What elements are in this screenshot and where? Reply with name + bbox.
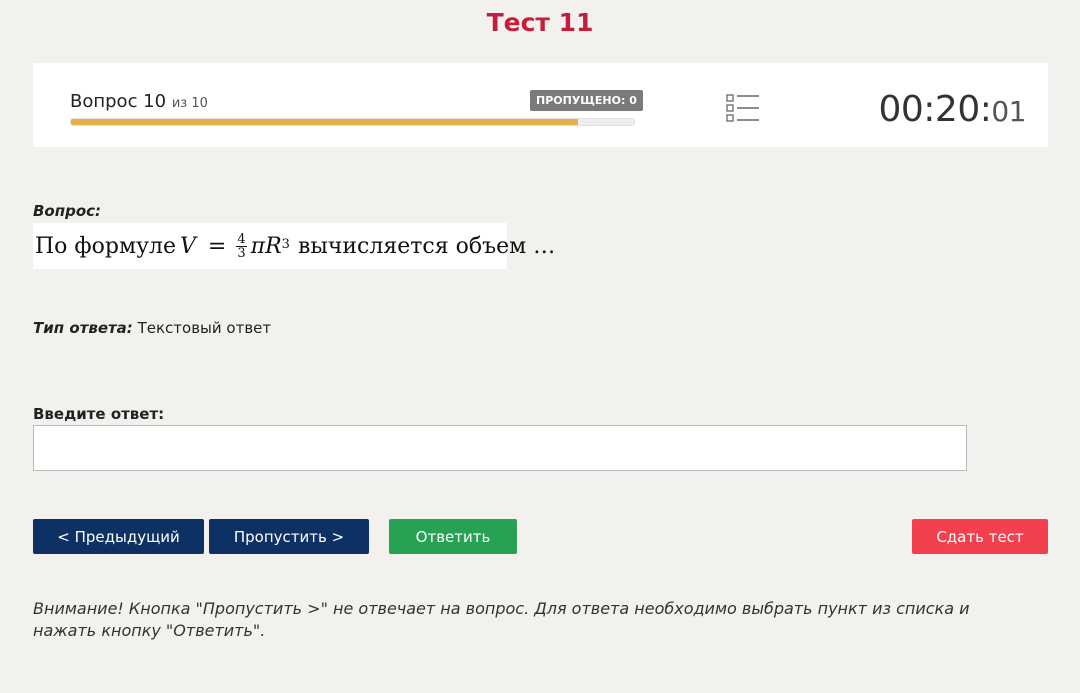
formula-var: V	[180, 233, 196, 259]
timer: 00:20:01	[878, 89, 1026, 130]
fraction-denominator: 3	[237, 245, 246, 261]
previous-button[interactable]: < Предыдущий	[33, 519, 204, 554]
answer-type-value: Текстовый ответ	[137, 319, 272, 337]
skipped-badge: ПРОПУЩЕНО: 0	[530, 90, 643, 111]
answer-input[interactable]	[33, 425, 967, 471]
question-total: из 10	[171, 96, 208, 111]
page-title: Тест 11	[486, 8, 594, 37]
question-label: Вопрос:	[33, 202, 102, 220]
question-formula: По формуле V = 4 3 πR 3 вычисляется объем…	[33, 223, 555, 269]
progress-bar	[70, 118, 635, 126]
timer-main: 00:20:	[878, 89, 992, 130]
timer-seconds: 01	[991, 95, 1026, 128]
formula-eq: =	[207, 233, 227, 259]
answer-type-label: Тип ответа:	[33, 319, 133, 337]
skip-button[interactable]: Пропустить >	[209, 519, 369, 554]
submit-test-button[interactable]: Сдать тест	[912, 519, 1048, 554]
answer-type: Тип ответа: Текстовый ответ	[33, 319, 271, 337]
list-icon[interactable]	[725, 93, 761, 123]
formula-prefix: По формуле	[35, 233, 177, 259]
formula-exponent: 3	[281, 236, 290, 252]
formula-suffix: вычисляется объем …	[297, 233, 556, 259]
formula-fraction: 4 3	[236, 231, 247, 261]
answer-label: Введите ответ:	[33, 405, 165, 423]
status-panel: Вопрос 10 из 10 ПРОПУЩЕНО: 0 00:20:01	[33, 63, 1048, 147]
question-number: Вопрос 10	[70, 91, 167, 112]
fraction-numerator: 4	[236, 231, 247, 247]
answer-button[interactable]: Ответить	[389, 519, 517, 554]
progress-fill	[71, 119, 578, 125]
formula-pi-r: πR	[250, 233, 282, 259]
question-counter: Вопрос 10 из 10	[70, 91, 208, 112]
warning-text: Внимание! Кнопка "Пропустить >" не отвеч…	[33, 599, 970, 640]
